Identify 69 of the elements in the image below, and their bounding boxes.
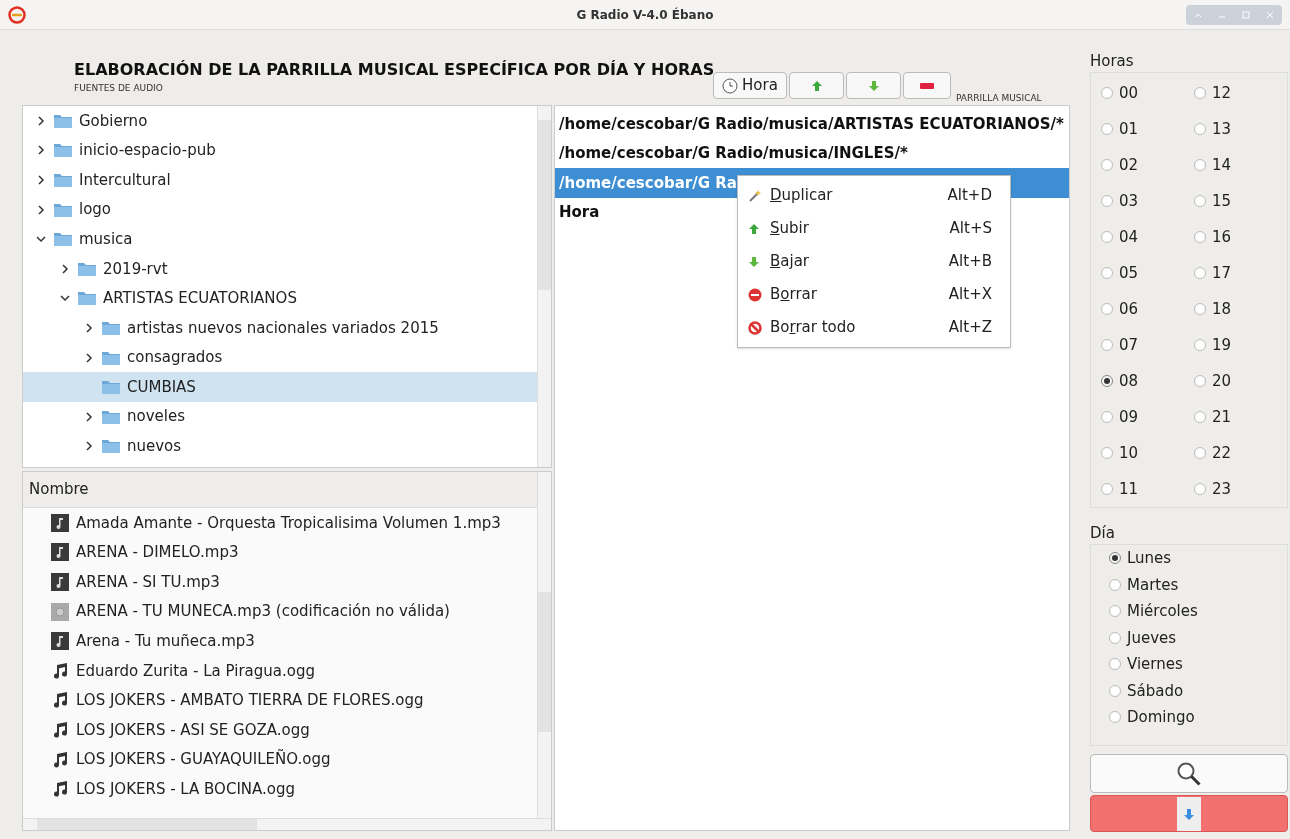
radio-label: Sábado (1127, 680, 1184, 702)
radio-label: 06 (1119, 298, 1139, 320)
file-name: ARENA - TU MUNECA.mp3 (codificación no válida) (76, 601, 450, 623)
shortcut-label: Alt+D (947, 185, 992, 207)
file-name: LOS JOKERS - ASI SE GOZA.ogg (76, 719, 310, 741)
folder-name: logo (79, 199, 112, 221)
radio-label: 09 (1119, 406, 1139, 428)
folder-name: 2019-rvt (103, 258, 168, 280)
radio-label: 21 (1212, 406, 1232, 428)
section-label: PARRILLA MUSICAL (956, 92, 1042, 105)
folder-name: CUMBIAS (127, 376, 196, 398)
group-title: Horas (1090, 51, 1135, 72)
radio-label: 03 (1119, 190, 1139, 212)
folder-name: consagrados (127, 347, 223, 369)
radio-label: Jueves (1127, 627, 1177, 649)
file-name: LOS JOKERS - AMBATO TIERRA DE FLORES.ogg (76, 690, 424, 712)
radio-label: 17 (1212, 262, 1232, 284)
radio-label: 14 (1212, 154, 1232, 176)
radio-label: 04 (1119, 226, 1139, 248)
shortcut-label: Alt+Z (948, 317, 992, 339)
file-name: ARENA - SI TU.mp3 (76, 571, 220, 593)
radio-label: 11 (1119, 478, 1139, 500)
radio-label: 07 (1119, 334, 1139, 356)
folder-name: musica (79, 228, 133, 250)
radio-label: 18 (1212, 298, 1232, 320)
radio-label: Domingo (1127, 707, 1195, 728)
radio-label: Miércoles (1127, 601, 1198, 622)
file-name: Eduardo Zurita - La Piragua.ogg (76, 660, 315, 682)
radio-label: 02 (1119, 154, 1139, 176)
radio-label: 23 (1212, 478, 1232, 500)
shortcut-label: Alt+S (949, 218, 992, 240)
radio-label: 22 (1212, 442, 1232, 464)
group-title: Día (1090, 523, 1116, 544)
file-name: ARENA - DIMELO.mp3 (76, 542, 239, 564)
radio-label: 20 (1212, 370, 1232, 392)
folder-name: nuevos (127, 436, 182, 458)
menu-item-label: Borrar todo (770, 317, 857, 339)
radio-label: 15 (1212, 190, 1232, 212)
radio-label: 13 (1212, 118, 1232, 140)
radio-label: Martes (1127, 574, 1179, 596)
shortcut-label: Alt+B (948, 251, 992, 273)
radio-label: 10 (1119, 442, 1139, 464)
shortcut-label: Alt+X (948, 284, 992, 306)
window-title: G Radio V-4.0 Ébano (576, 6, 714, 24)
folder-name: Gobierno (79, 110, 148, 132)
radio-label: Viernes (1127, 654, 1183, 675)
file-name: Amada Amante - Orquesta Tropicalisima Volumen 1.mp3 (76, 512, 501, 534)
radio-label: 08 (1119, 370, 1139, 392)
folder-name: ARTISTAS ECUATORIANOS (103, 288, 297, 310)
menu-item-label: Borrar (770, 284, 818, 306)
radio-label: 16 (1212, 226, 1232, 248)
radio-label: 00 (1119, 82, 1139, 104)
folder-name: inicio-espacio-pub (79, 140, 216, 162)
folder-name: noveles (127, 406, 185, 428)
radio-label: 19 (1212, 334, 1232, 356)
file-name: LOS JOKERS - LA BOCINA.ogg (76, 778, 296, 800)
folder-name: artistas nuevos nacionales variados 2015 (127, 317, 439, 339)
radio-label: 01 (1119, 118, 1139, 140)
section-label: FUENTES DE AUDIO (74, 81, 164, 95)
menu-item-label: Duplicar (770, 185, 834, 207)
file-name: LOS JOKERS - GUAYAQUILEÑO.ogg (76, 748, 331, 771)
page-heading: ELABORACIÓN DE LA PARRILLA MUSICAL ESPECÍFICA POR DÍA Y HORAS (74, 58, 715, 81)
file-name: Arena - Tu muñeca.mp3 (76, 630, 255, 652)
menu-item-label: Bajar (770, 251, 810, 273)
radio-label: Lunes (1127, 548, 1172, 569)
radio-label: 12 (1212, 82, 1232, 104)
folder-name: Intercultural (79, 169, 171, 191)
radio-label: 05 (1119, 262, 1139, 284)
menu-item-label: Subir (770, 218, 810, 240)
